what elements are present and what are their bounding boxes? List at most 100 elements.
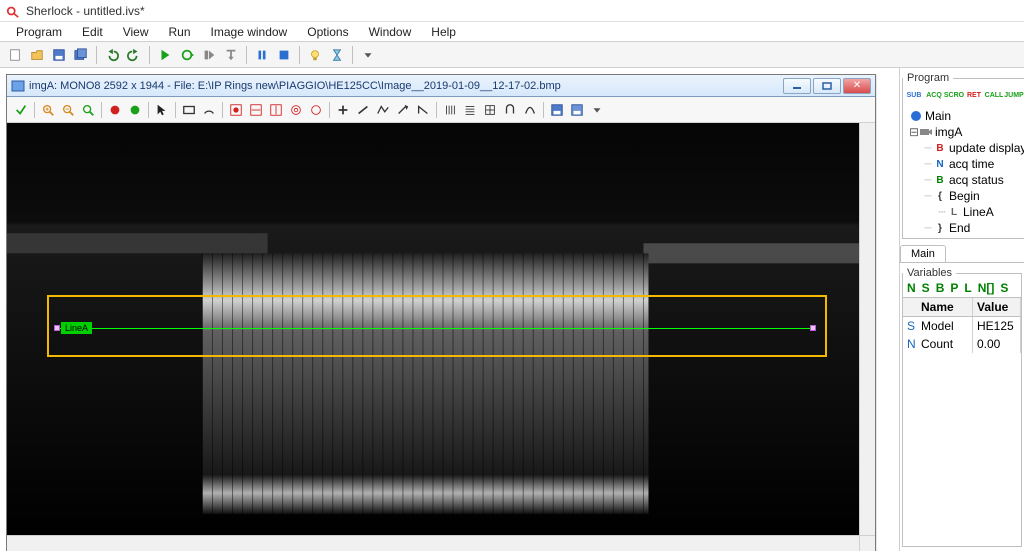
lightbulb-icon[interactable]: [305, 45, 325, 65]
tree-item-begin[interactable]: ┈{Begin: [905, 188, 1024, 204]
downtri-icon[interactable]: [358, 45, 378, 65]
line-icon[interactable]: [354, 101, 372, 119]
minimize-button[interactable]: [783, 78, 811, 94]
image-canvas[interactable]: LineA: [7, 123, 859, 535]
open-icon[interactable]: [27, 45, 47, 65]
roi-b-icon[interactable]: [247, 101, 265, 119]
curve-icon[interactable]: [521, 101, 539, 119]
program-tree[interactable]: Main ⊟ imgA ┈Bupdate display┈Nacq time┈B…: [903, 106, 1024, 238]
tree-type-icon: B: [933, 143, 947, 154]
tree-toggle-icon[interactable]: ⊟: [909, 125, 919, 139]
save-icon[interactable]: [49, 45, 69, 65]
program-tool-sub[interactable]: SUB: [905, 86, 923, 104]
polyline-icon[interactable]: [374, 101, 392, 119]
menu-image-window[interactable]: Image window: [201, 23, 298, 41]
roi-arc-icon[interactable]: [200, 101, 218, 119]
image-window-titlebar[interactable]: imgA: MONO8 2592 x 1944 - File: E:\IP Ri…: [7, 75, 875, 97]
roi-line[interactable]: [57, 328, 813, 329]
menu-window[interactable]: Window: [359, 23, 422, 41]
toolbar-separator: [299, 46, 300, 64]
tree-item-update-display[interactable]: ┈Bupdate display: [905, 140, 1024, 156]
image-window-toolbar: [7, 97, 875, 123]
rect-icon[interactable]: [180, 101, 198, 119]
save-disk-icon[interactable]: [548, 101, 566, 119]
program-tool-scro[interactable]: SCRO: [945, 86, 963, 104]
save-disk2-icon[interactable]: [568, 101, 586, 119]
program-tool-ret[interactable]: RET: [965, 86, 983, 104]
arrow-icon[interactable]: [394, 101, 412, 119]
program-tool-jump[interactable]: JUMP: [1005, 86, 1023, 104]
var-type-N[interactable]: N[]: [978, 281, 995, 295]
roi-handle-right[interactable]: [810, 325, 816, 331]
roi-rectangle[interactable]: [47, 295, 827, 357]
roi-a-icon[interactable]: [227, 101, 245, 119]
app-titlebar: Sherlock - untitled.ivs*: [0, 0, 1024, 22]
toolbar-separator: [246, 46, 247, 64]
new-icon[interactable]: [5, 45, 25, 65]
var-value: HE125: [973, 317, 1021, 335]
bars1-icon[interactable]: [441, 101, 459, 119]
undo-icon[interactable]: [102, 45, 122, 65]
menu-run[interactable]: Run: [159, 23, 201, 41]
roi-handle-left[interactable]: [54, 325, 60, 331]
dropdown-icon[interactable]: [588, 101, 606, 119]
roi-c-icon[interactable]: [267, 101, 285, 119]
toolbar-separator: [96, 46, 97, 64]
var-type-L[interactable]: L: [964, 281, 971, 295]
menu-view[interactable]: View: [113, 23, 159, 41]
plus-icon[interactable]: [334, 101, 352, 119]
pointer-icon[interactable]: [153, 101, 171, 119]
roi-d-icon[interactable]: [287, 101, 305, 119]
record-red-icon[interactable]: [106, 101, 124, 119]
variables-table: Name Value SModelHE125NCount0.00: [903, 297, 1021, 353]
menu-help[interactable]: Help: [421, 23, 466, 41]
zoom-out-icon[interactable]: [59, 101, 77, 119]
image-vertical-scrollbar[interactable]: [859, 123, 875, 535]
var-type-B[interactable]: B: [936, 281, 945, 295]
pause-icon[interactable]: [252, 45, 272, 65]
check-icon[interactable]: [12, 101, 30, 119]
tab-main[interactable]: Main: [900, 245, 946, 262]
zoom-fit-icon[interactable]: [79, 101, 97, 119]
hourglass-icon[interactable]: [327, 45, 347, 65]
tree-root[interactable]: Main: [905, 108, 1024, 124]
close-button[interactable]: ✕: [843, 78, 871, 94]
col-value[interactable]: Value: [973, 298, 1021, 316]
tree-type-icon: N: [933, 159, 947, 170]
variable-row[interactable]: NCount0.00: [903, 335, 1021, 353]
variable-row[interactable]: SModelHE125: [903, 317, 1021, 335]
stop-icon[interactable]: [274, 45, 294, 65]
tree-item-acq-time[interactable]: ┈Nacq time: [905, 156, 1024, 172]
program-tool-acq[interactable]: ACQ: [925, 86, 943, 104]
menu-edit[interactable]: Edit: [72, 23, 113, 41]
horseshoe-icon[interactable]: [501, 101, 519, 119]
angle-icon[interactable]: [414, 101, 432, 119]
save-all-icon[interactable]: [71, 45, 91, 65]
var-type-S[interactable]: S: [1000, 281, 1008, 295]
play-icon[interactable]: [155, 45, 175, 65]
image-horizontal-scrollbar[interactable]: [7, 535, 859, 551]
tree-imgA[interactable]: ⊟ imgA: [905, 124, 1024, 140]
roi-e-icon[interactable]: [307, 101, 325, 119]
program-tool-call[interactable]: CALL: [985, 86, 1003, 104]
redo-icon[interactable]: [124, 45, 144, 65]
var-type-S[interactable]: S: [922, 281, 930, 295]
menu-options[interactable]: Options: [297, 23, 358, 41]
col-name[interactable]: Name: [917, 298, 973, 316]
step-into-icon[interactable]: [221, 45, 241, 65]
bars3-icon[interactable]: [481, 101, 499, 119]
roi-label[interactable]: LineA: [61, 322, 92, 334]
step-icon[interactable]: [199, 45, 219, 65]
var-type-P[interactable]: P: [950, 281, 958, 295]
tree-item-acq-status[interactable]: ┈Bacq status: [905, 172, 1024, 188]
var-type-N[interactable]: N: [907, 281, 916, 295]
tree-item-end[interactable]: ┈}End: [905, 220, 1024, 236]
menu-program[interactable]: Program: [6, 23, 72, 41]
maximize-button[interactable]: [813, 78, 841, 94]
bars2-icon[interactable]: [461, 101, 479, 119]
tree-item-linea[interactable]: ┈LLineA: [905, 204, 1024, 220]
loop-icon[interactable]: [177, 45, 197, 65]
zoom-in-icon[interactable]: [39, 101, 57, 119]
record-green-icon[interactable]: [126, 101, 144, 119]
tree-type-icon: }: [933, 223, 947, 234]
